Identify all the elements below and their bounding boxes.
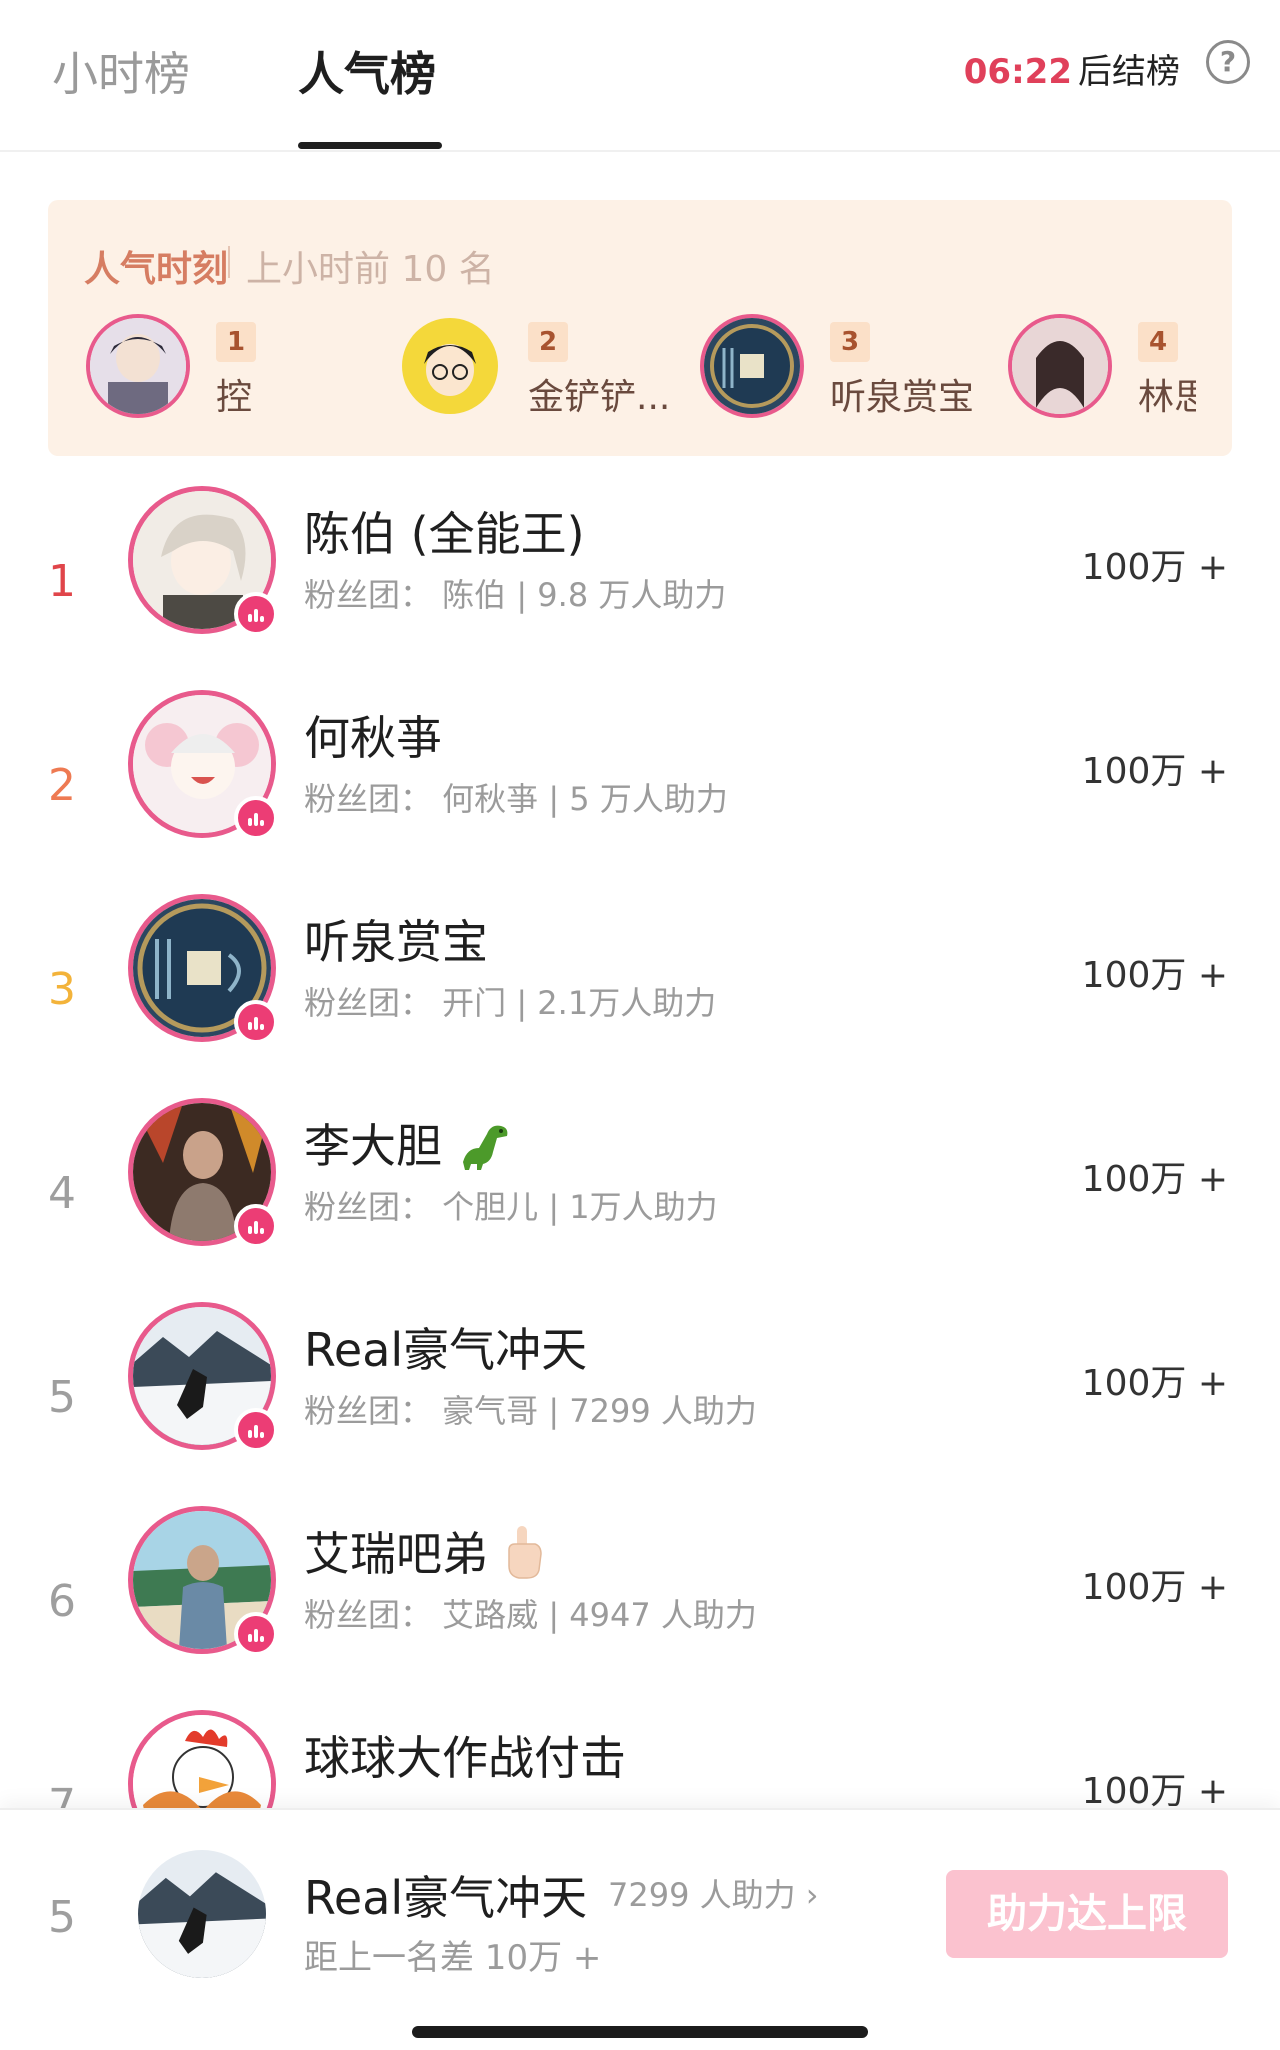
- avatar: [398, 314, 502, 418]
- live-icon: [234, 796, 278, 840]
- live-icon: [234, 1408, 278, 1452]
- rank-row[interactable]: 3 听泉赏宝 粉丝团： 开门 | 2.1万人助力 100万 +: [0, 894, 1280, 1094]
- top-tab-bar: 小时榜 人气榜 06:22 后结榜 ?: [0, 0, 1280, 152]
- support-count-link[interactable]: 7299 人助力 ›: [608, 1870, 819, 1916]
- avatar: [1008, 314, 1112, 418]
- avatar: [86, 314, 190, 418]
- streamer-name: 球球大作战付击: [304, 1731, 626, 1785]
- popular-moment-card: 人气时刻 上小时前 10 名 1 控 2 金铲铲... 3 听泉赏宝 4 林思: [48, 200, 1232, 456]
- streamer-name-text: 李大胆: [304, 1119, 442, 1173]
- my-rank-number: 5: [48, 1892, 76, 1943]
- moment-name: 林思: [1138, 377, 1196, 418]
- rank-row[interactable]: 5 Real豪气冲天 粉丝团： 豪气哥 | 7299 人助力 100万 +: [0, 1302, 1280, 1502]
- countdown: 06:22 后结榜: [964, 44, 1180, 93]
- countdown-time: 06:22: [963, 52, 1072, 92]
- tab-popular[interactable]: 人气榜: [298, 38, 436, 104]
- popularity-score: 100万 +: [1081, 1567, 1228, 1608]
- rank-row[interactable]: 1 陈伯 (全能王) 粉丝团： 陈伯 | 9.8 万人助力 100万 +: [0, 486, 1280, 686]
- rank-row[interactable]: 2 何秋亊 粉丝团： 何秋亊 | 5 万人助力 100万 +: [0, 690, 1280, 890]
- fan-club-info: 粉丝团： 陈伯 | 9.8 万人助力: [304, 576, 727, 614]
- live-icon: [234, 1612, 278, 1656]
- streamer-name: Real豪气冲天: [304, 1323, 588, 1377]
- moment-divider: [228, 246, 230, 278]
- popularity-score: 100万 +: [1081, 547, 1228, 588]
- moment-name: 听泉赏宝: [830, 377, 975, 418]
- rank-row[interactable]: 4 李大胆 粉丝团： 个胆儿 | 1万人助力 100万 +: [0, 1098, 1280, 1298]
- my-rank-bar: 5 Real豪气冲天 7299 人助力 › 距上一名差 10万 + 助力达上限: [0, 1808, 1280, 2050]
- live-icon: [234, 1204, 278, 1248]
- streamer-name-text: 艾瑞吧弟: [304, 1527, 488, 1581]
- rank-number: 6: [48, 1576, 76, 1627]
- popularity-score: 100万 +: [1081, 751, 1228, 792]
- avatar: [138, 1850, 266, 1978]
- rank-number: 2: [48, 760, 76, 811]
- gap-to-previous: 距上一名差 10万 +: [304, 1938, 602, 1978]
- moment-rank-badge: 3: [830, 322, 870, 362]
- live-icon: [234, 1000, 278, 1044]
- streamer-name: 陈伯 (全能王): [304, 507, 585, 561]
- moment-rank-badge: 1: [216, 322, 256, 362]
- active-tab-indicator: [298, 142, 442, 149]
- streamer-name: 艾瑞吧弟: [304, 1518, 543, 1591]
- streamer-name: 听泉赏宝: [304, 915, 488, 969]
- popularity-score: 100万 +: [1081, 1159, 1228, 1200]
- rank-number: 1: [48, 556, 76, 607]
- fan-club-info: 粉丝团： 何秋亊 | 5 万人助力: [304, 780, 728, 818]
- moment-name: 控: [216, 377, 253, 418]
- popularity-score: 100万 +: [1081, 955, 1228, 996]
- moment-subtitle: 上小时前 10 名: [246, 249, 495, 290]
- moment-title: 人气时刻: [84, 249, 229, 290]
- rank-number: 5: [48, 1372, 76, 1423]
- countdown-suffix: 后结榜: [1078, 52, 1180, 92]
- rank-row[interactable]: 6 艾瑞吧弟 粉丝团： 艾路威 | 4947 人助力 100万 +: [0, 1506, 1280, 1706]
- home-indicator: [412, 2026, 868, 2038]
- fan-club-info: 粉丝团： 开门 | 2.1万人助力: [304, 984, 717, 1022]
- streamer-name: 李大胆: [304, 1110, 513, 1181]
- help-icon[interactable]: ?: [1206, 40, 1250, 84]
- moment-rank-badge: 4: [1138, 322, 1178, 362]
- avatar: [700, 314, 804, 418]
- live-icon: [234, 592, 278, 636]
- popularity-score: 100万 +: [1081, 1771, 1228, 1812]
- fan-club-info: 粉丝团： 艾路威 | 4947 人助力: [304, 1596, 757, 1634]
- popularity-score: 100万 +: [1081, 1363, 1228, 1404]
- rank-number: 3: [48, 964, 76, 1015]
- dinosaur-icon: [457, 1118, 513, 1181]
- rank-number: 4: [48, 1168, 76, 1219]
- my-streamer-name: Real豪气冲天: [304, 1871, 588, 1925]
- pointing-up-hand-icon: [503, 1524, 543, 1591]
- fan-club-info: 粉丝团： 个胆儿 | 1万人助力: [304, 1188, 718, 1226]
- support-limit-button[interactable]: 助力达上限: [946, 1870, 1228, 1958]
- moment-name: 金铲铲...: [528, 377, 671, 418]
- tab-hourly[interactable]: 小时榜: [52, 38, 190, 104]
- streamer-name: 何秋亊: [304, 711, 442, 765]
- fan-club-info: 粉丝团： 豪气哥 | 7299 人助力: [304, 1392, 757, 1430]
- moment-rank-badge: 2: [528, 322, 568, 362]
